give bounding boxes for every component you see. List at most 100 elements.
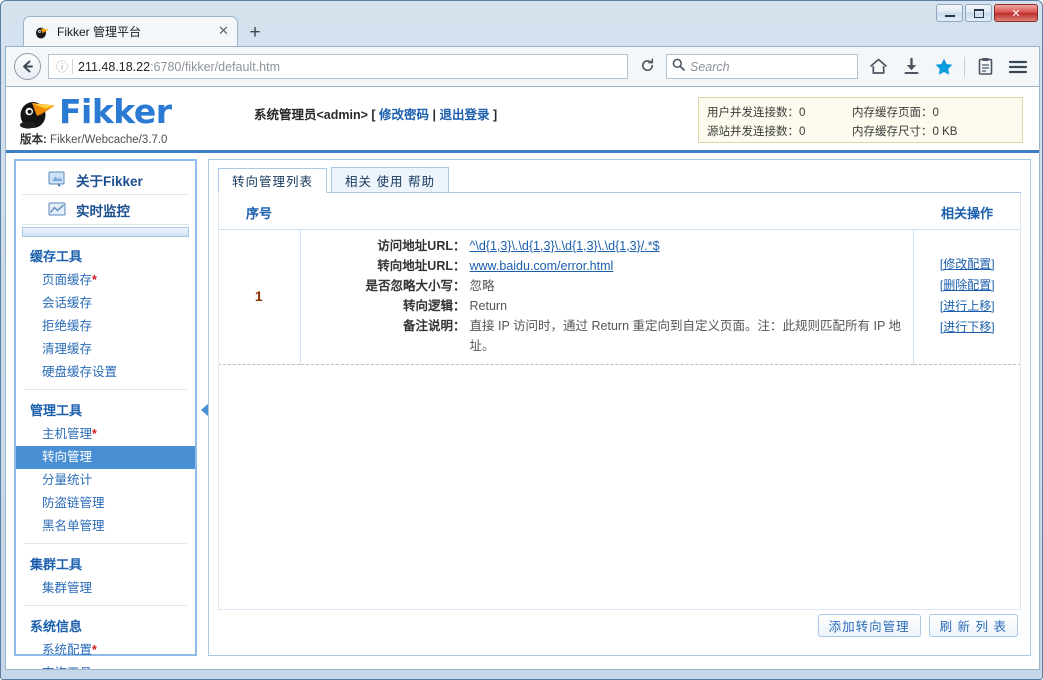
sidebar-item-disk-cache-settings[interactable]: 硬盘缓存设置 (22, 361, 189, 384)
reload-button[interactable] (635, 58, 659, 76)
page-body: 关于Fikker 实时监控 缓存工具 页面缓存* 会话缓存 拒绝缓存 清理缓存 … (6, 153, 1039, 669)
field-label: 转向地址URL： (377, 259, 466, 273)
version-line: 版本: Fikker/Webcache/3.7.0 (20, 131, 167, 147)
version-value: Fikker/Webcache/3.7.0 (50, 134, 168, 146)
field-value: ^\d{1,3}\.\d{1,3}\.\d{1,3}\.\d{1,3}/.*$ (466, 236, 660, 256)
fikker-toucan-icon (16, 92, 56, 132)
required-asterisk: * (92, 643, 97, 657)
sidebar-group-title: 管理工具 (30, 403, 83, 418)
search-input-placeholder: Search (690, 59, 730, 74)
table-row: 1 访问地址URL： ^\d{1,3}\.\d{1,3}\.\d{1,3}\.\… (218, 229, 1022, 365)
sidebar: 关于Fikker 实时监控 缓存工具 页面缓存* 会话缓存 拒绝缓存 清理缓存 … (14, 159, 209, 669)
logout-link[interactable]: 退出登录 (440, 108, 490, 122)
divider (24, 543, 187, 544)
sidebar-item-label: 实时监控 (76, 203, 130, 219)
browser-tab[interactable]: Fikker 管理平台 ✕ (23, 16, 238, 46)
address-bar[interactable]: ⓘ 211.48.18.22:6780/fikker/default.htm (48, 54, 628, 79)
content-action-buttons: 添加转向管理 刷 新 列 表 (817, 614, 1018, 637)
divider (24, 389, 187, 390)
sidebar-group-system-info: 系统信息 系统配置* 查询工具 (22, 611, 189, 669)
status-stats-box: 用户并发连接数：0 内存缓存页面：0 源站并发连接数：0 内存缓存尺寸：0 KB (698, 97, 1023, 143)
redirect-url-link[interactable]: www.baidu.com/error.html (470, 259, 614, 273)
close-icon[interactable]: ✕ (216, 24, 231, 39)
sidebar-item-host-management[interactable]: 主机管理* (22, 423, 189, 446)
field-ignore-case: 是否忽略大小写： 忽略 (301, 276, 913, 296)
sidebar-group-cluster-tools: 集群工具 集群管理 (22, 549, 189, 600)
tab-redirect-list[interactable]: 转向管理列表 (218, 168, 328, 193)
version-label: 版本: (20, 134, 47, 146)
menu-hamburger-icon[interactable] (1005, 54, 1031, 80)
stat-cache-pages: 内存缓存页面：0 (852, 106, 939, 119)
browser-window: ✕ Fikker 管理平台 ✕ + ⓘ 211.48.18.22:6780/fi… (0, 0, 1043, 680)
sidebar-divider-bar (22, 227, 189, 237)
sidebar-item-redirect-management[interactable]: 转向管理 (16, 446, 195, 469)
column-header-index: 序号 (218, 195, 300, 230)
site-logo[interactable]: Fikker (16, 92, 172, 132)
search-icon (672, 58, 685, 76)
sidebar-group-management-tools: 管理工具 主机管理* 转向管理 分量统计 防盗链管理 黑名单管理 (16, 395, 195, 538)
sidebar-item-about-fikker[interactable]: 关于Fikker (22, 165, 189, 195)
stat-cache-size: 内存缓存尺寸：0 KB (852, 125, 958, 138)
field-label: 备注说明： (402, 319, 466, 333)
field-redirect-logic: 转向逻辑： Return (301, 296, 913, 316)
library-icon[interactable] (972, 54, 998, 80)
field-value: 忽略 (469, 279, 495, 293)
move-down-link[interactable]: [进行下移] (914, 317, 1022, 338)
field-value: www.baidu.com/error.html (466, 256, 614, 276)
move-up-link[interactable]: [进行上移] (914, 296, 1022, 317)
sidebar-item-label: 页面缓存 (42, 273, 93, 287)
admin-separator: | (429, 108, 440, 122)
fikker-toucan-icon (34, 24, 50, 40)
site-header: Fikker 版本: Fikker/Webcache/3.7.0 系统管理员<a… (6, 87, 1039, 153)
stats-row: 源站并发连接数：0 内存缓存尺寸：0 KB (707, 121, 1022, 140)
table-header-row: 序号 相关操作 (218, 195, 1021, 230)
sidebar-item-clean-cache[interactable]: 清理缓存 (22, 338, 189, 361)
divider (964, 56, 965, 77)
search-bar[interactable]: Search (666, 54, 858, 79)
row-details: 访问地址URL： ^\d{1,3}\.\d{1,3}\.\d{1,3}\.\d{… (300, 229, 913, 365)
stat-origin-connections: 源站并发连接数：0 (707, 125, 806, 138)
new-tab-button[interactable]: + (243, 21, 267, 45)
page-viewport: Fikker 版本: Fikker/Webcache/3.7.0 系统管理员<a… (5, 87, 1040, 670)
sidebar-item-cluster-management[interactable]: 集群管理 (22, 577, 189, 600)
about-icon (48, 171, 68, 188)
bookmark-star-icon[interactable] (931, 54, 957, 80)
address-path: :6780/fikker/default.htm (150, 59, 280, 74)
sidebar-item-page-cache[interactable]: 页面缓存* (22, 269, 189, 292)
access-url-link[interactable]: ^\d{1,3}\.\d{1,3}\.\d{1,3}\.\d{1,3}/.*$ (470, 239, 660, 253)
home-icon[interactable] (865, 54, 891, 80)
site-logo-text: Fikker (59, 92, 172, 131)
tab-usage-help[interactable]: 相关 使用 帮助 (331, 167, 449, 192)
admin-name: 系统管理员<admin> [ (254, 108, 380, 122)
sidebar-item-reject-cache[interactable]: 拒绝缓存 (22, 315, 189, 338)
field-remark: 备注说明： 直接 IP 访问时，通过 Return 重定向到自定义页面。注：此规… (301, 316, 913, 356)
downloads-icon[interactable] (898, 54, 924, 80)
sidebar-item-label: 主机管理 (42, 427, 93, 441)
browser-navigation-toolbar: ⓘ 211.48.18.22:6780/fikker/default.htm S… (5, 46, 1040, 87)
sidebar-item-realtime-monitor[interactable]: 实时监控 (22, 195, 189, 225)
row-index: 1 (218, 229, 301, 365)
edit-config-link[interactable]: [修改配置] (914, 254, 1022, 275)
address-bar-text: 211.48.18.22:6780/fikker/default.htm (78, 60, 623, 74)
site-info-icon[interactable]: ⓘ (53, 58, 71, 75)
change-password-link[interactable]: 修改密码 (379, 108, 429, 122)
field-access-url: 访问地址URL： ^\d{1,3}\.\d{1,3}\.\d{1,3}\.\d{… (301, 236, 913, 256)
add-redirect-button[interactable]: 添加转向管理 (817, 614, 921, 637)
sidebar-item-label: 系统配置 (42, 643, 93, 657)
sidebar-item-traffic-statistics[interactable]: 分量统计 (22, 469, 189, 492)
field-label: 访问地址URL： (377, 239, 466, 253)
required-asterisk: * (92, 273, 97, 287)
sidebar-item-session-cache[interactable]: 会话缓存 (22, 292, 189, 315)
content-panel: 转向管理列表 相关 使用 帮助 序号 相关操作 1 访问地址URL： ^\d{1… (208, 159, 1031, 656)
sidebar-item-system-config[interactable]: 系统配置* (22, 639, 189, 662)
required-asterisk: * (92, 427, 97, 441)
back-button[interactable] (14, 53, 41, 80)
field-redirect-url: 转向地址URL： www.baidu.com/error.html (301, 256, 913, 276)
sidebar-item-hotlink-protection[interactable]: 防盗链管理 (22, 492, 189, 515)
column-header-details (300, 195, 913, 230)
delete-config-link[interactable]: [删除配置] (914, 275, 1022, 296)
refresh-list-button[interactable]: 刷 新 列 表 (928, 614, 1018, 637)
sidebar-item-query-tool[interactable]: 查询工具 (22, 662, 189, 669)
field-label: 是否忽略大小写： (365, 279, 466, 293)
sidebar-item-blacklist-management[interactable]: 黑名单管理 (22, 515, 189, 538)
